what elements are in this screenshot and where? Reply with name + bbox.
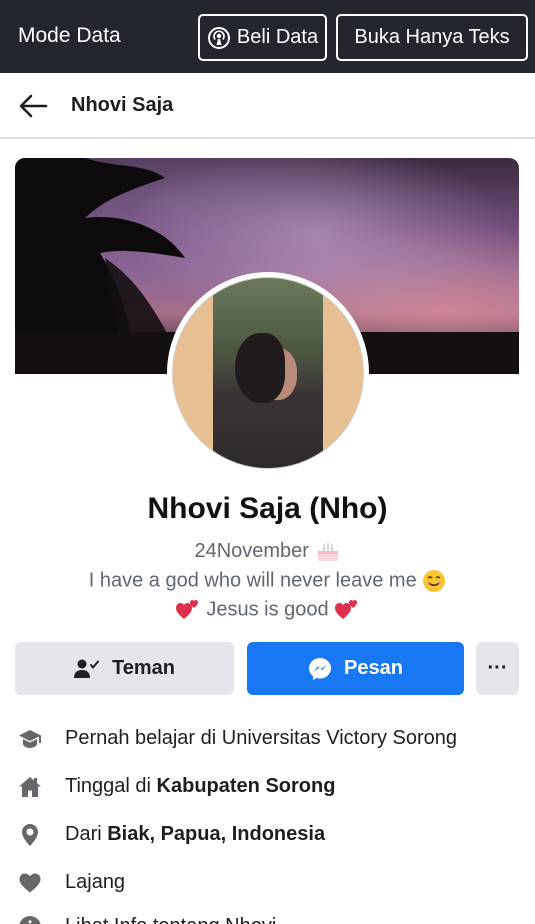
broadcast-icon bbox=[207, 26, 230, 49]
friends-button[interactable]: Teman bbox=[15, 642, 234, 695]
info-icon bbox=[19, 916, 41, 924]
bio-jesus-text: Jesus is good bbox=[206, 598, 329, 621]
info-lives-in: Tinggal di Kabupaten Sorong bbox=[0, 772, 535, 802]
friends-label: Teman bbox=[112, 657, 175, 679]
page-header: Nhovi Saja bbox=[0, 73, 535, 139]
heart-icon bbox=[19, 873, 41, 893]
lives-in-text: Tinggal di Kabupaten Sorong bbox=[65, 775, 335, 798]
home-icon bbox=[19, 777, 41, 797]
from-text: Dari Biak, Papua, Indonesia bbox=[65, 823, 325, 846]
lives-in-value[interactable]: Kabupaten Sorong bbox=[157, 775, 336, 797]
profile-name: Nhovi Saja (Nho) bbox=[147, 492, 388, 525]
from-value[interactable]: Biak, Papua, Indonesia bbox=[107, 823, 325, 845]
text-only-label: Buka Hanya Teks bbox=[354, 26, 510, 48]
education-text: Pernah belajar di Universitas Victory So… bbox=[65, 727, 458, 749]
info-from: Dari Biak, Papua, Indonesia bbox=[0, 820, 535, 850]
friend-check-icon bbox=[74, 659, 99, 678]
mode-data-label: Mode Data bbox=[18, 24, 121, 47]
info-relationship: Lajang bbox=[0, 868, 535, 898]
bio-faith-text: I have a god who will never leave me bbox=[88, 569, 417, 592]
info-education: Pernah belajar di Universitas Victory So… bbox=[0, 724, 535, 754]
bio-line-faith: I have a god who will never leave me bbox=[0, 569, 535, 593]
hearts-icon-left bbox=[175, 600, 198, 619]
smiling-face-icon bbox=[423, 570, 446, 592]
data-mode-bar: Mode Data Beli Data Buka Hanya Teks bbox=[0, 0, 535, 73]
message-button[interactable]: Pesan bbox=[247, 642, 464, 695]
cake-icon bbox=[317, 542, 338, 561]
bio-line-birthday: 24November bbox=[0, 540, 535, 563]
bio-line-jesus: Jesus is good bbox=[0, 598, 535, 622]
more-about-text: Lihat Info tentang Nhovi bbox=[65, 915, 276, 924]
buy-data-button[interactable]: Beli Data bbox=[198, 14, 327, 61]
avatar-hair bbox=[235, 333, 285, 403]
location-pin-icon bbox=[22, 824, 38, 846]
hearts-icon-right bbox=[335, 600, 358, 619]
back-arrow-icon[interactable] bbox=[18, 93, 48, 119]
lives-in-prefix: Tinggal di bbox=[65, 775, 157, 797]
info-more-about[interactable]: Lihat Info tentang Nhovi bbox=[0, 912, 535, 924]
avatar[interactable] bbox=[172, 277, 364, 469]
message-label: Pesan bbox=[344, 657, 403, 679]
from-prefix: Dari bbox=[65, 823, 108, 845]
page-title: Nhovi Saja bbox=[71, 94, 174, 116]
graduation-cap-icon bbox=[19, 730, 41, 748]
text-only-button[interactable]: Buka Hanya Teks bbox=[336, 14, 528, 61]
more-options-label: ··· bbox=[487, 657, 508, 679]
relationship-text: Lajang bbox=[65, 871, 126, 893]
more-options-button[interactable]: ··· bbox=[476, 642, 519, 695]
bio-birthday-text: 24November bbox=[194, 540, 309, 562]
messenger-icon bbox=[309, 657, 332, 680]
buy-data-label: Beli Data bbox=[236, 26, 319, 48]
